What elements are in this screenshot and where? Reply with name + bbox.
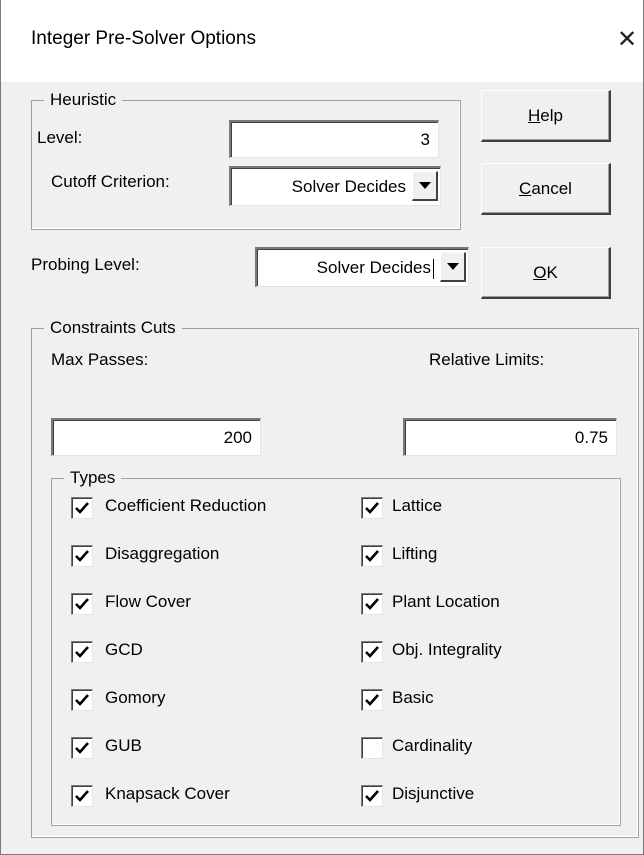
integer-presolver-dialog: Integer Pre-Solver Options ✕ Heuristic L… <box>0 0 644 855</box>
cutoff-criterion-select[interactable]: Solver Decides <box>229 166 441 206</box>
cancel-button[interactable]: Cancel <box>481 163 611 215</box>
checkmark-icon <box>75 646 89 658</box>
checkbox-label[interactable]: Disaggregation <box>105 544 219 564</box>
checkbox-label[interactable]: Cardinality <box>392 736 472 756</box>
checkbox-disaggregation[interactable] <box>71 545 93 567</box>
constraints-cuts-legend: Constraints Cuts <box>44 317 182 339</box>
checkbox-lattice[interactable] <box>361 497 383 519</box>
checkbox-label[interactable]: Plant Location <box>392 592 500 612</box>
checkmark-icon <box>75 742 89 754</box>
title-bar: Integer Pre-Solver Options ✕ <box>1 0 643 82</box>
checkbox-label[interactable]: Lattice <box>392 496 442 516</box>
dialog-title: Integer Pre-Solver Options <box>31 28 256 49</box>
probing-level-label: Probing Level: <box>31 255 140 274</box>
checkbox-lifting[interactable] <box>361 545 383 567</box>
cutoff-dropdown-arrow-icon[interactable] <box>412 171 438 201</box>
checkbox-knapsack-cover[interactable] <box>71 785 93 807</box>
checkbox-label[interactable]: Gomory <box>105 688 165 708</box>
checkbox-label[interactable]: Lifting <box>392 544 437 564</box>
checkbox-gomory[interactable] <box>71 689 93 711</box>
checkbox-basic[interactable] <box>361 689 383 711</box>
checkbox-label[interactable]: Knapsack Cover <box>105 784 230 804</box>
checkbox-label[interactable]: Flow Cover <box>105 592 191 612</box>
checkmark-icon <box>365 646 379 658</box>
types-legend: Types <box>64 467 122 489</box>
checkmark-icon <box>365 694 379 706</box>
checkmark-icon <box>75 598 89 610</box>
checkmark-icon <box>365 550 379 562</box>
checkbox-label[interactable]: GUB <box>105 736 142 756</box>
checkmark-icon <box>365 502 379 514</box>
checkbox-label[interactable]: Coefficient Reduction <box>105 496 266 516</box>
help-button[interactable]: Help <box>481 90 611 142</box>
relative-limits-label: Relative Limits: <box>429 350 545 369</box>
checkbox-plant-location[interactable] <box>361 593 383 615</box>
checkbox-label[interactable]: Obj. Integrality <box>392 640 502 660</box>
checkbox-coefficient-reduction[interactable] <box>71 497 93 519</box>
checkbox-disjunctive[interactable] <box>361 785 383 807</box>
probing-level-value: Solver Decides <box>257 249 440 286</box>
checkbox-obj-integrality[interactable] <box>361 641 383 663</box>
ok-button[interactable]: OK <box>481 247 611 299</box>
level-input[interactable]: 3 <box>229 120 439 158</box>
heuristic-legend: Heuristic <box>44 89 123 111</box>
checkmark-icon <box>365 598 379 610</box>
checkmark-icon <box>75 694 89 706</box>
probing-level-select[interactable]: Solver Decides <box>255 247 469 287</box>
close-icon[interactable]: ✕ <box>611 20 643 60</box>
cutoff-criterion-value: Solver Decides <box>291 177 406 196</box>
text-caret <box>433 258 434 279</box>
checkbox-cardinality[interactable] <box>361 737 383 759</box>
checkbox-label[interactable]: Disjunctive <box>392 784 474 804</box>
probing-dropdown-arrow-icon[interactable] <box>440 252 466 282</box>
checkbox-flow-cover[interactable] <box>71 593 93 615</box>
max-passes-label: Max Passes: <box>51 350 149 369</box>
checkmark-icon <box>365 790 379 802</box>
checkbox-label[interactable]: Basic <box>392 688 434 708</box>
checkmark-icon <box>75 790 89 802</box>
checkmark-icon <box>75 502 89 514</box>
max-passes-input[interactable]: 200 <box>51 418 261 456</box>
relative-limits-input[interactable]: 0.75 <box>403 418 617 456</box>
cutoff-criterion-label: Cutoff Criterion: <box>51 172 170 191</box>
checkbox-gcd[interactable] <box>71 641 93 663</box>
checkbox-gub[interactable] <box>71 737 93 759</box>
checkbox-label[interactable]: GCD <box>105 640 143 660</box>
checkmark-icon <box>75 550 89 562</box>
level-label: Level: <box>37 128 83 147</box>
